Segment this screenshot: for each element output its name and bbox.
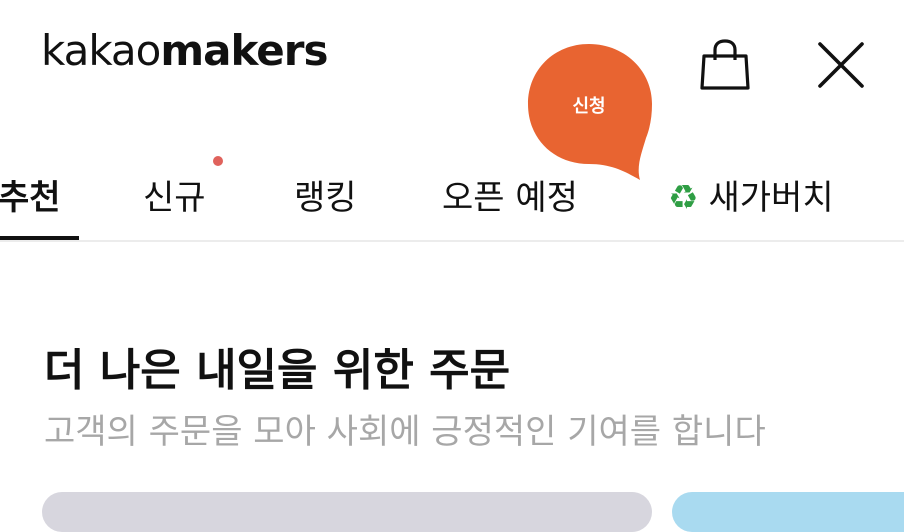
tab-label: 랭킹 (294, 178, 357, 218)
tab-label: 새가버치 (708, 178, 834, 218)
tab-label: 신규 (143, 178, 206, 218)
product-card[interactable] (42, 492, 652, 532)
tab-label: 오픈 예정 (442, 178, 578, 218)
tab-ranking[interactable]: 랭킹 (294, 170, 357, 219)
section-subtitle: 고객의 주문을 모아 사회에 긍정적인 기여를 합니다 (44, 412, 766, 452)
category-tabs: 추천 신규 랭킹 오픈 예정 ♻ 새가버치 (0, 150, 904, 242)
section-title: 더 나은 내일을 위한 주문 (44, 345, 511, 396)
tab-label: 추천 (0, 178, 61, 218)
logo-text-kakao: kakao (41, 26, 161, 75)
tab-upcoming[interactable]: 오픈 예정 (442, 170, 578, 219)
tab-recommended[interactable]: 추천 (0, 170, 61, 219)
logo-text-makers: makers (160, 26, 328, 75)
tabs-divider (0, 240, 904, 242)
tab-upcycle[interactable]: ♻ 새가버치 (668, 170, 834, 219)
product-card[interactable] (672, 492, 904, 532)
new-indicator-dot (213, 156, 223, 166)
tab-new[interactable]: 신규 (143, 170, 206, 219)
shopping-bag-button[interactable] (698, 38, 752, 94)
close-button[interactable] (812, 38, 870, 94)
apply-label: 신청 (572, 96, 606, 117)
close-icon (818, 42, 864, 88)
recycle-icon: ♻ (668, 178, 699, 218)
brand-logo[interactable]: kakaomakers (41, 30, 328, 72)
shopping-bag-icon (700, 39, 750, 90)
